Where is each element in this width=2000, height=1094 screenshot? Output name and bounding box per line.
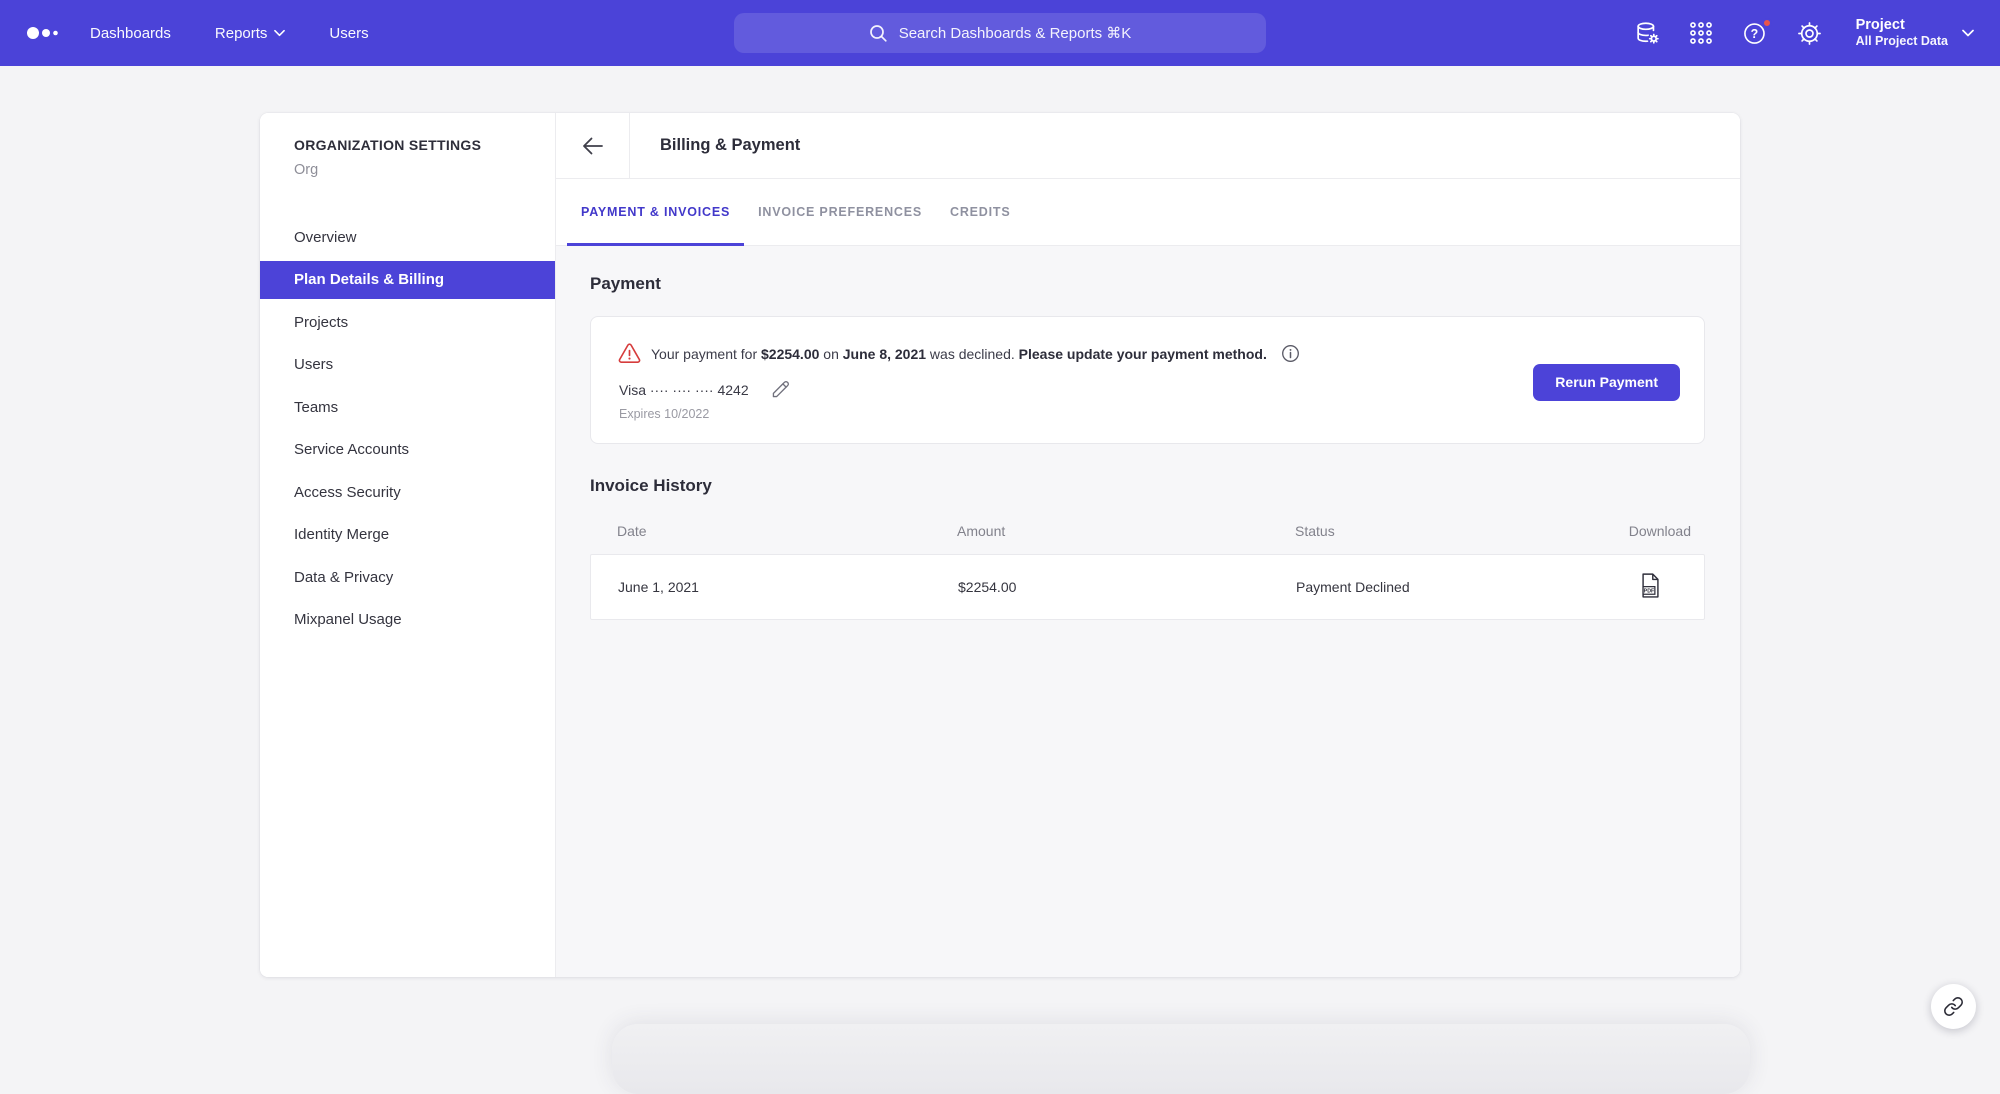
notification-badge bbox=[1762, 18, 1772, 28]
warning-text-3: was declined. bbox=[926, 346, 1019, 362]
sidebar-item-users[interactable]: Users bbox=[260, 346, 555, 384]
nav-link-dashboards[interactable]: Dashboards bbox=[90, 25, 171, 42]
column-header-date: Date bbox=[617, 523, 957, 539]
nav-link-users-label: Users bbox=[329, 25, 368, 42]
nav-links: Dashboards Reports Users bbox=[90, 25, 369, 42]
back-button[interactable] bbox=[556, 113, 630, 178]
sidebar-item-mixpanel-usage[interactable]: Mixpanel Usage bbox=[260, 601, 555, 639]
svg-text:PDF: PDF bbox=[1644, 589, 1655, 595]
card-number: Visa ···· ···· ···· 4242 bbox=[619, 382, 749, 398]
sidebar-item-projects[interactable]: Projects bbox=[260, 303, 555, 341]
invoice-history-title: Invoice History bbox=[590, 476, 1705, 496]
project-switcher[interactable]: Project All Project Data bbox=[1856, 16, 1974, 50]
tab-payment-invoices[interactable]: PAYMENT & INVOICES bbox=[567, 179, 744, 245]
project-value: All Project Data bbox=[1856, 34, 1948, 50]
sidebar-item-teams[interactable]: Teams bbox=[260, 388, 555, 426]
content-area: Billing & Payment PAYMENT & INVOICES INV… bbox=[556, 113, 1740, 977]
search-icon bbox=[869, 24, 888, 43]
sidebar-item-identity-merge[interactable]: Identity Merge bbox=[260, 516, 555, 554]
help-icon[interactable]: ? bbox=[1742, 20, 1769, 47]
warning-text-1: Your payment for bbox=[651, 346, 761, 362]
nav-link-reports[interactable]: Reports bbox=[215, 25, 286, 42]
sidebar-heading: ORGANIZATION SETTINGS bbox=[294, 137, 555, 153]
column-header-status: Status bbox=[1295, 523, 1581, 539]
sidebar-item-service-accounts[interactable]: Service Accounts bbox=[260, 431, 555, 469]
search-input[interactable]: Search Dashboards & Reports ⌘K bbox=[734, 13, 1266, 53]
warning-action: Please update your payment method. bbox=[1019, 346, 1267, 362]
warning-amount: $2254.00 bbox=[761, 346, 819, 362]
warning-text: Your payment for $2254.00 on June 8, 202… bbox=[651, 346, 1267, 362]
warning-triangle-icon bbox=[618, 343, 641, 364]
tab-invoice-preferences[interactable]: INVOICE PREFERENCES bbox=[744, 179, 936, 245]
invoice-date: June 1, 2021 bbox=[618, 579, 958, 595]
nav-link-reports-label: Reports bbox=[215, 25, 268, 42]
tab-content: Payment Your payment for $2254.00 on Jun… bbox=[556, 246, 1740, 977]
invoice-status: Payment Declined bbox=[1296, 579, 1580, 595]
invoice-row: June 1, 2021 $2254.00 Payment Declined P… bbox=[590, 554, 1705, 620]
rerun-payment-button[interactable]: Rerun Payment bbox=[1533, 364, 1680, 401]
invoice-download-cell: PDF bbox=[1580, 573, 1690, 601]
search-placeholder: Search Dashboards & Reports ⌘K bbox=[899, 24, 1132, 42]
payment-declined-warning: Your payment for $2254.00 on June 8, 202… bbox=[618, 343, 1300, 364]
warning-date: June 8, 2021 bbox=[843, 346, 926, 362]
bottom-sheet-peek bbox=[612, 1024, 1750, 1094]
apps-grid-icon[interactable] bbox=[1688, 20, 1715, 47]
sidebar-item-data-privacy[interactable]: Data & Privacy bbox=[260, 558, 555, 596]
edit-pencil-icon[interactable] bbox=[770, 379, 791, 400]
payment-card: Your payment for $2254.00 on June 8, 202… bbox=[590, 316, 1705, 444]
sidebar-item-plan-details-billing[interactable]: Plan Details & Billing bbox=[260, 261, 555, 299]
share-link-button[interactable] bbox=[1931, 984, 1976, 1029]
project-switcher-text: Project All Project Data bbox=[1856, 16, 1948, 50]
nav-right-controls: ? Project All Project Data bbox=[1634, 0, 1974, 66]
invoice-history-section: Invoice History Date Amount Status Downl… bbox=[590, 476, 1705, 620]
org-name: Org bbox=[294, 162, 555, 178]
card-expiry: Expires 10/2022 bbox=[619, 407, 1300, 421]
column-header-amount: Amount bbox=[957, 523, 1295, 539]
invoice-table-header: Date Amount Status Download bbox=[590, 508, 1705, 554]
mixpanel-logo-icon[interactable] bbox=[26, 26, 74, 40]
settings-panel: ORGANIZATION SETTINGS Org Overview Plan … bbox=[260, 113, 1740, 977]
data-management-icon[interactable] bbox=[1634, 20, 1661, 47]
payment-section-title: Payment bbox=[590, 274, 1705, 294]
payment-method-row: Visa ···· ···· ···· 4242 bbox=[619, 379, 1300, 400]
sidebar-item-access-security[interactable]: Access Security bbox=[260, 473, 555, 511]
payment-details: Your payment for $2254.00 on June 8, 202… bbox=[618, 343, 1300, 421]
back-arrow-icon bbox=[582, 137, 604, 155]
page-title: Billing & Payment bbox=[630, 113, 800, 178]
warning-text-2: on bbox=[819, 346, 842, 362]
nav-link-dashboards-label: Dashboards bbox=[90, 25, 171, 42]
chevron-down-icon bbox=[1962, 29, 1974, 37]
content-header: Billing & Payment bbox=[556, 113, 1740, 179]
column-header-download: Download bbox=[1581, 523, 1691, 539]
invoice-amount: $2254.00 bbox=[958, 579, 1296, 595]
invoice-table: Date Amount Status Download June 1, 2021… bbox=[590, 508, 1705, 620]
nav-link-users[interactable]: Users bbox=[329, 25, 368, 42]
sidebar-items: Overview Plan Details & Billing Projects… bbox=[260, 218, 555, 639]
link-icon bbox=[1943, 996, 1964, 1017]
project-label: Project bbox=[1856, 16, 1948, 34]
org-settings-sidebar: ORGANIZATION SETTINGS Org Overview Plan … bbox=[260, 113, 556, 977]
tab-bar: PAYMENT & INVOICES INVOICE PREFERENCES C… bbox=[556, 179, 1740, 246]
svg-text:?: ? bbox=[1751, 27, 1759, 41]
tab-credits[interactable]: CREDITS bbox=[936, 179, 1024, 245]
sidebar-item-overview[interactable]: Overview bbox=[260, 218, 555, 256]
info-icon[interactable] bbox=[1281, 344, 1300, 363]
download-pdf-icon[interactable]: PDF bbox=[1641, 573, 1660, 598]
top-nav: Dashboards Reports Users Search Dashboar… bbox=[0, 0, 2000, 66]
settings-gear-icon[interactable] bbox=[1796, 20, 1823, 47]
chevron-down-icon bbox=[274, 29, 285, 37]
